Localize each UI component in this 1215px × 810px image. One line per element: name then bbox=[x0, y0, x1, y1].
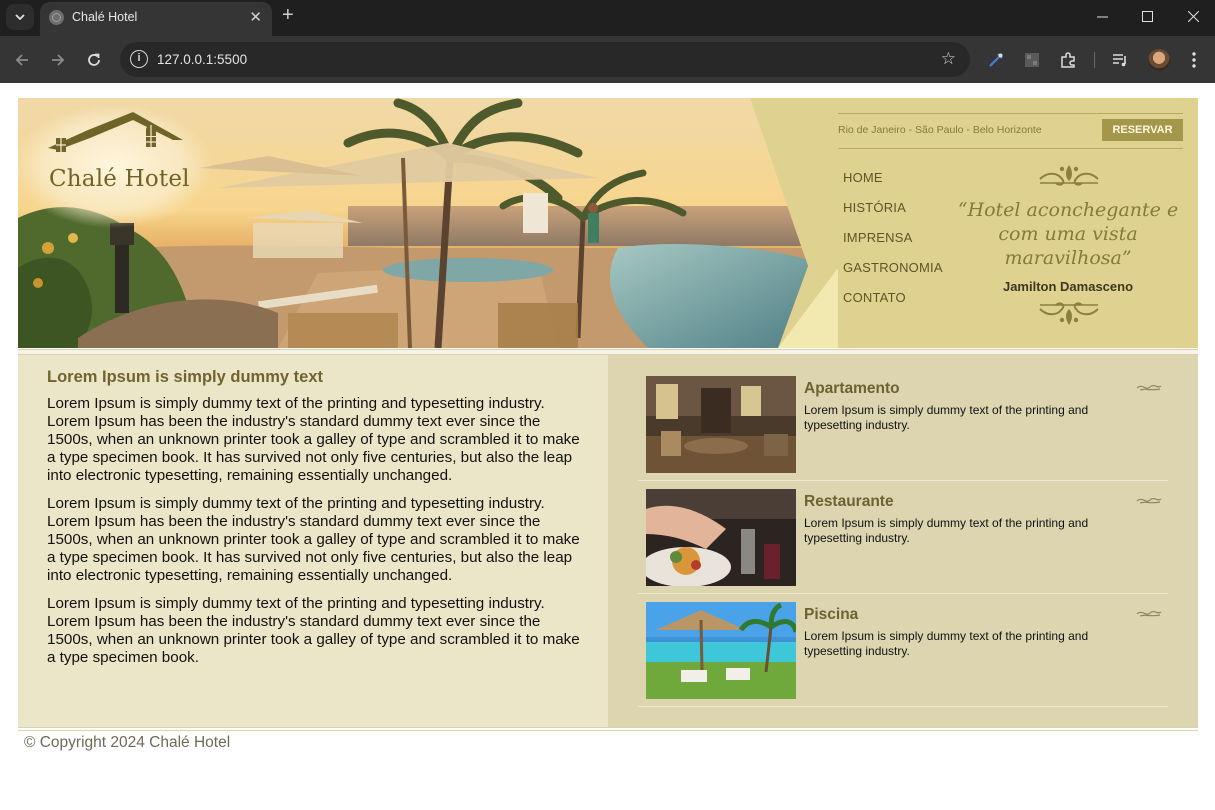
hotel-logo[interactable]: Chalé Hotel bbox=[28, 108, 203, 203]
content-paragraph: Lorem Ipsum is simply dummy text of the … bbox=[47, 495, 580, 584]
close-window-button[interactable] bbox=[1178, 4, 1208, 28]
browser-tab[interactable]: Chalé Hotel ✕ bbox=[40, 2, 272, 36]
content-paragraph: Lorem Ipsum is simply dummy text of the … bbox=[47, 595, 580, 666]
tab-title: Chalé Hotel bbox=[72, 10, 138, 24]
maximize-button[interactable] bbox=[1132, 4, 1162, 28]
ornament-icon bbox=[1136, 384, 1162, 391]
feature-description: Lorem Ipsum is simply dummy text of the … bbox=[804, 629, 1089, 658]
minimize-icon bbox=[1096, 16, 1108, 17]
cities-text: Rio de Janeiro - São Paulo - Belo Horizo… bbox=[838, 124, 1042, 136]
media-icon[interactable] bbox=[1108, 48, 1132, 72]
nav-item-historia[interactable]: HISTÓRIA bbox=[843, 200, 943, 230]
info-icon[interactable]: i bbox=[130, 50, 148, 68]
ornament-icon bbox=[1136, 497, 1162, 504]
back-icon[interactable] bbox=[10, 48, 34, 72]
plus-icon[interactable]: + bbox=[282, 4, 294, 27]
features-panel: Apartamento Lorem Ipsum is simply dummy … bbox=[608, 355, 1198, 727]
nav-item-imprensa[interactable]: IMPRENSA bbox=[843, 230, 943, 260]
nav-item-home[interactable]: HOME bbox=[843, 170, 943, 200]
feature-title: Restaurante bbox=[804, 493, 894, 510]
header-rule bbox=[838, 148, 1183, 149]
nav-item-contato[interactable]: CONTATO bbox=[843, 290, 943, 320]
feature-title: Apartamento bbox=[804, 380, 900, 397]
forward-icon[interactable] bbox=[46, 48, 70, 72]
reload-icon[interactable] bbox=[82, 48, 106, 72]
tab-list-button[interactable] bbox=[6, 4, 34, 30]
puzzle-icon[interactable] bbox=[1056, 48, 1080, 72]
testimonial: “Hotel aconchegante e com uma vista mara… bbox=[953, 163, 1183, 333]
feature-card-restaurante[interactable]: Restaurante Lorem Ipsum is simply dummy … bbox=[638, 481, 1168, 594]
menu-icon[interactable] bbox=[1182, 48, 1206, 72]
decorative-stripe bbox=[778, 268, 838, 348]
star-icon[interactable]: ☆ bbox=[941, 49, 956, 69]
favicon-icon bbox=[49, 10, 64, 25]
site-header: Chalé Hotel Rio de Janeiro - São Paulo -… bbox=[18, 98, 1198, 348]
header-rule bbox=[838, 113, 1183, 114]
apartment-image bbox=[646, 376, 796, 473]
eyedropper-icon[interactable] bbox=[984, 48, 1008, 72]
extension-icon[interactable] bbox=[1020, 48, 1044, 72]
browser-titlebar: Chalé Hotel ✕ + bbox=[0, 0, 1215, 36]
maximize-icon bbox=[1141, 10, 1153, 22]
feature-card-apartamento[interactable]: Apartamento Lorem Ipsum is simply dummy … bbox=[638, 368, 1168, 481]
chevron-down-icon bbox=[15, 14, 25, 20]
feature-card-piscina[interactable]: Piscina Lorem Ipsum is simply dummy text… bbox=[638, 594, 1168, 707]
ornament-icon bbox=[1136, 610, 1162, 617]
main-nav: HOME HISTÓRIA IMPRENSA GASTRONOMIA CONTA… bbox=[843, 170, 943, 320]
url-text[interactable]: 127.0.0.1:5500 bbox=[157, 52, 247, 67]
feature-title: Piscina bbox=[804, 606, 859, 623]
nav-item-gastronomia[interactable]: GASTRONOMIA bbox=[843, 260, 943, 290]
ornament-icon bbox=[1039, 302, 1099, 325]
reserve-button[interactable]: RESERVAR bbox=[1102, 119, 1183, 141]
content-paragraph: Lorem Ipsum is simply dummy text of the … bbox=[47, 395, 580, 484]
copyright-text: © Copyright 2024 Chalé Hotel bbox=[24, 734, 231, 751]
ornament-icon bbox=[1039, 165, 1099, 186]
address-bar[interactable]: i 127.0.0.1:5500 ☆ bbox=[120, 42, 970, 77]
pool-image bbox=[646, 602, 796, 699]
toolbar-separator bbox=[1094, 52, 1095, 68]
house-logo-icon bbox=[48, 112, 183, 152]
browser-toolbar: i 127.0.0.1:5500 ☆ bbox=[0, 36, 1215, 83]
logo-text: Chalé Hotel bbox=[49, 166, 190, 192]
main-content: Lorem Ipsum is simply dummy text Lorem I… bbox=[18, 355, 608, 727]
close-icon bbox=[1187, 10, 1199, 22]
testimonial-author: Jamilton Damasceno bbox=[1002, 279, 1134, 294]
testimonial-quote: “Hotel aconchegante e com uma vista mara… bbox=[957, 199, 1179, 269]
feature-description: Lorem Ipsum is simply dummy text of the … bbox=[804, 403, 1089, 432]
restaurant-image bbox=[646, 489, 796, 586]
avatar[interactable] bbox=[1148, 49, 1170, 71]
footer-rule bbox=[18, 727, 1198, 731]
minimize-button[interactable] bbox=[1087, 4, 1117, 28]
content-title: Lorem Ipsum is simply dummy text bbox=[47, 368, 323, 386]
feature-description: Lorem Ipsum is simply dummy text of the … bbox=[804, 516, 1089, 545]
close-icon[interactable]: ✕ bbox=[249, 8, 262, 26]
